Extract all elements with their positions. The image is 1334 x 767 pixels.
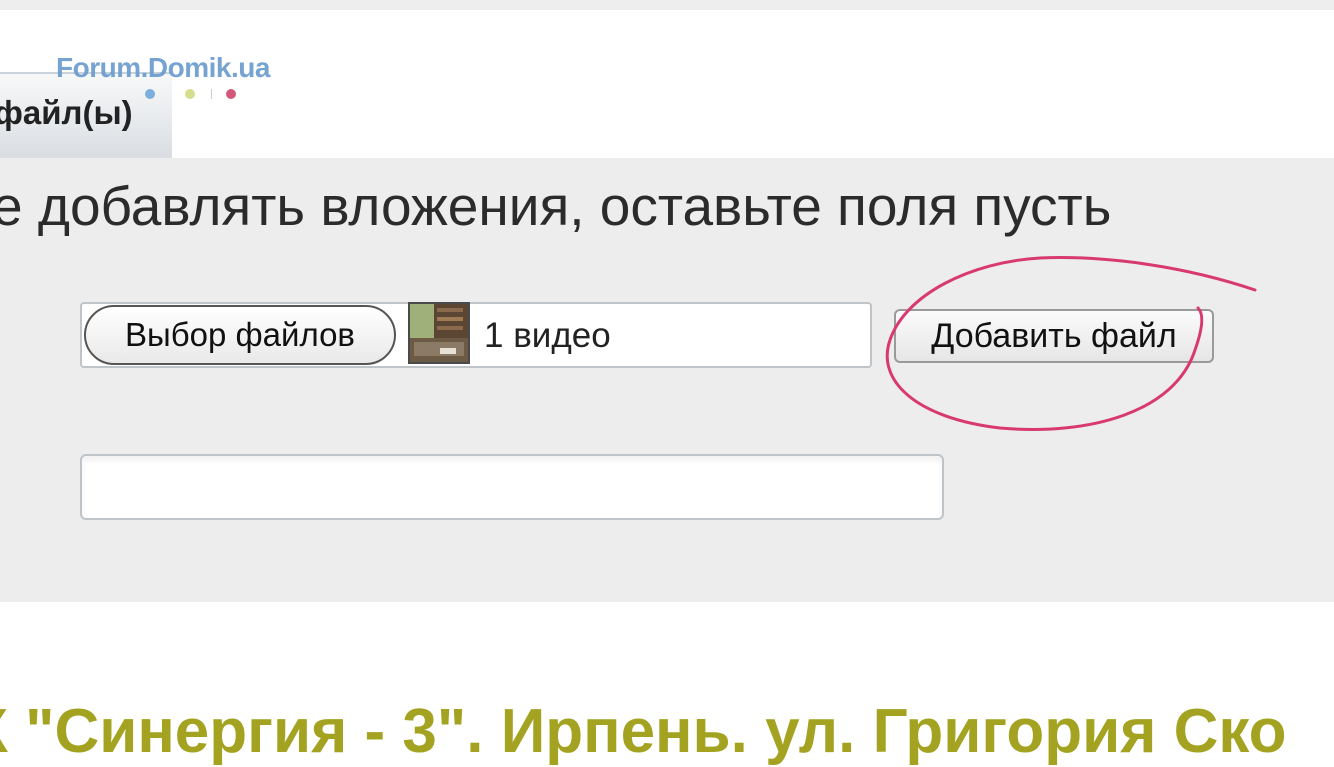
watermark-divider [211,89,212,99]
choose-files-button[interactable]: Выбор файлов [84,305,396,365]
topic-title: К "Синергия - 3". Ирпень. ул. Григория С… [0,697,1287,766]
video-thumbnail-icon [408,302,470,364]
attachment-text-field[interactable] [80,454,944,520]
selected-file-name: 1 видео [484,316,611,355]
watermark-dot-pink [226,89,236,99]
top-strip [0,0,1334,10]
watermark-logo: Forum.Domik.ua [56,52,270,83]
watermark-dot-blue [145,89,155,99]
watermark-dot-green [185,89,195,99]
attachments-tab[interactable]: файл(ы) [0,72,172,158]
attachments-instruction: е добавлять вложения, оставьте поля пуст… [0,175,1112,237]
thumbnail-image [410,304,468,362]
highlight-circle-annotation [885,256,1257,431]
tab-label: файл(ы) [0,94,133,131]
file-input[interactable]: Выбор файлов 1 видео [80,302,872,368]
